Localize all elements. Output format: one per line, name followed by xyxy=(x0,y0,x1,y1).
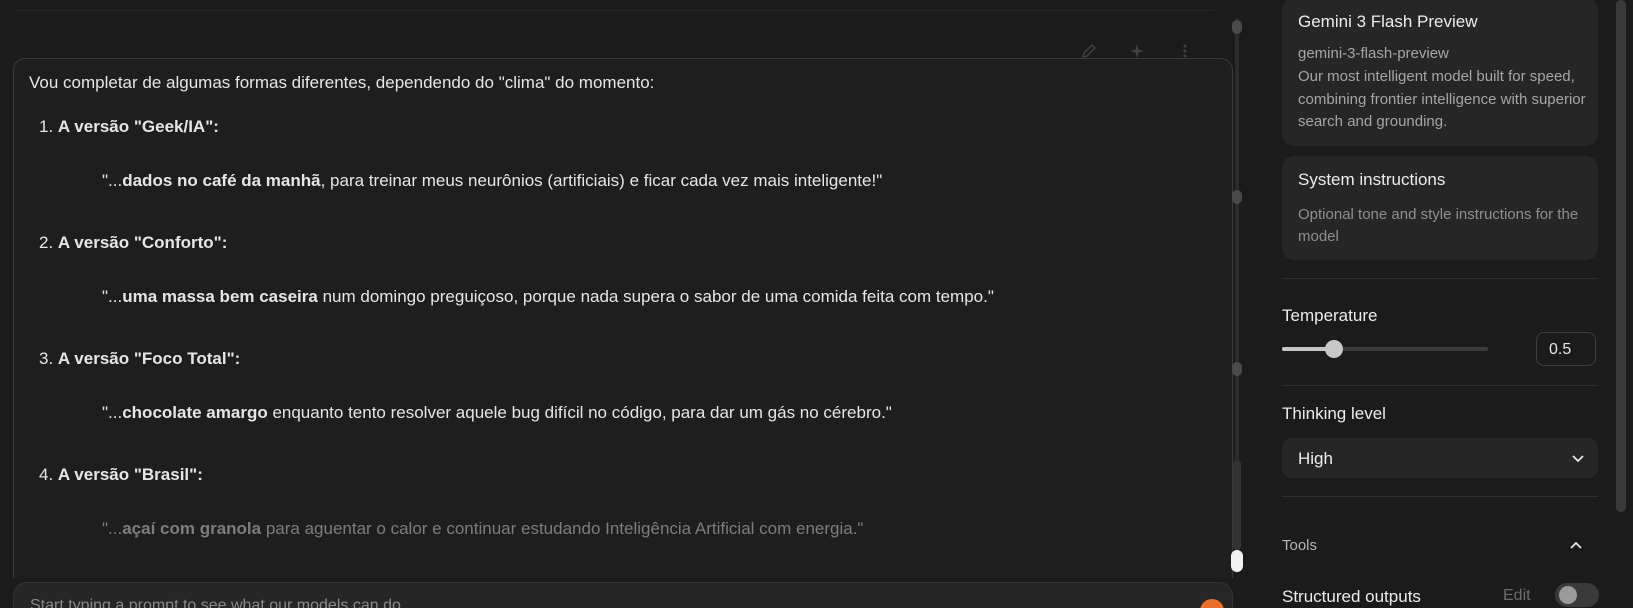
divider xyxy=(1282,496,1598,497)
list-number: 3. xyxy=(39,349,54,368)
list-item-quote: "...chocolate amargo enquanto tento reso… xyxy=(102,403,892,423)
item-heading: A versão "Conforto": xyxy=(57,233,228,252)
list-number: 1. xyxy=(39,117,54,136)
scroll-thumb[interactable] xyxy=(1231,550,1243,572)
response-intro: Vou completar de algumas formas diferent… xyxy=(29,73,655,92)
chevron-down-icon xyxy=(1570,450,1586,471)
list-item-quote: "...açaí com granola para aguentar o cal… xyxy=(102,519,863,539)
list-number: 4. xyxy=(39,465,54,484)
quote-bold: uma massa bem caseira xyxy=(122,287,318,306)
panel-scrollbar[interactable] xyxy=(1616,0,1626,512)
list-item-quote: "...uma massa bem caseira num domingo pr… xyxy=(102,287,994,307)
quote-rest: , para treinar meus neurônios (artificia… xyxy=(320,171,883,190)
structured-outputs-toggle[interactable] xyxy=(1555,583,1599,607)
structured-outputs-label: Structured outputs xyxy=(1282,587,1421,606)
quote-rest: enquanto tento resolver aquele bug difíc… xyxy=(267,403,892,422)
system-instructions-description: Optional tone and style instructions for… xyxy=(1298,206,1579,245)
system-instructions-title: System instructions xyxy=(1298,170,1446,189)
run-settings-panel: Gemini 3 Flash Preview gemini-3-flash-pr… xyxy=(1260,0,1633,608)
scroll-marker[interactable] xyxy=(1232,362,1242,376)
item-heading: A versão "Geek/IA": xyxy=(57,117,219,136)
list-item-quote: "...dados no café da manhã, para treinar… xyxy=(102,171,882,191)
model-selector-card[interactable]: Gemini 3 Flash Preview gemini-3-flash-pr… xyxy=(1282,0,1598,146)
divider xyxy=(1282,278,1598,279)
temperature-label: Temperature xyxy=(1282,306,1378,325)
list-item-title: 1. A versão "Geek/IA": xyxy=(39,117,219,137)
prompt-placeholder: Start typing a prompt to see what our mo… xyxy=(30,597,401,608)
quote-rest: num domingo preguiçoso, porque nada supe… xyxy=(317,287,994,306)
temperature-input[interactable]: 0.5 xyxy=(1536,332,1596,366)
quote-bold: açaí com granola xyxy=(122,519,262,538)
toggle-knob xyxy=(1559,586,1577,604)
system-instructions-card[interactable]: System instructions Optional tone and st… xyxy=(1282,156,1598,260)
quote-prefix: "... xyxy=(102,403,123,422)
scroll-segment xyxy=(1233,460,1241,550)
quote-prefix: "... xyxy=(102,287,123,306)
tools-label: Tools xyxy=(1282,537,1318,554)
scroll-marker[interactable] xyxy=(1232,20,1242,34)
structured-outputs-edit[interactable]: Edit xyxy=(1503,587,1531,605)
scroll-marker[interactable] xyxy=(1232,190,1242,204)
divider xyxy=(14,10,1214,11)
quote-prefix: "... xyxy=(102,171,123,190)
list-item-title: 4. A versão "Brasil": xyxy=(39,465,203,485)
list-item-title: 2. A versão "Conforto": xyxy=(39,233,227,253)
item-heading: A versão "Foco Total": xyxy=(57,349,241,368)
list-item-title: 3. A versão "Foco Total": xyxy=(39,349,240,369)
temperature-slider[interactable] xyxy=(1282,340,1488,358)
quote-bold: chocolate amargo xyxy=(122,403,268,422)
run-button[interactable] xyxy=(1200,599,1224,608)
model-title: Gemini 3 Flash Preview xyxy=(1298,12,1478,31)
quote-rest: para aguentar o calor e continuar estuda… xyxy=(261,519,864,538)
thinking-level-value: High xyxy=(1298,449,1333,468)
quote-bold: dados no café da manhã xyxy=(122,171,321,190)
thinking-level-select[interactable]: High xyxy=(1282,438,1598,478)
slider-handle[interactable] xyxy=(1324,340,1343,358)
list-number: 2. xyxy=(39,233,54,252)
model-description: Our most intelligent model built for spe… xyxy=(1298,68,1586,130)
chat-area: Vou completar de algumas formas diferent… xyxy=(0,0,1243,608)
chevron-up-icon[interactable] xyxy=(1568,537,1584,558)
thinking-level-label: Thinking level xyxy=(1282,404,1386,423)
model-response: Vou completar de algumas formas diferent… xyxy=(13,58,1233,578)
divider xyxy=(1282,385,1598,386)
item-heading: A versão "Brasil": xyxy=(57,465,203,484)
quote-prefix: "... xyxy=(102,519,123,538)
model-id: gemini-3-flash-preview xyxy=(1298,45,1449,62)
prompt-input[interactable]: Start typing a prompt to see what our mo… xyxy=(13,582,1233,608)
